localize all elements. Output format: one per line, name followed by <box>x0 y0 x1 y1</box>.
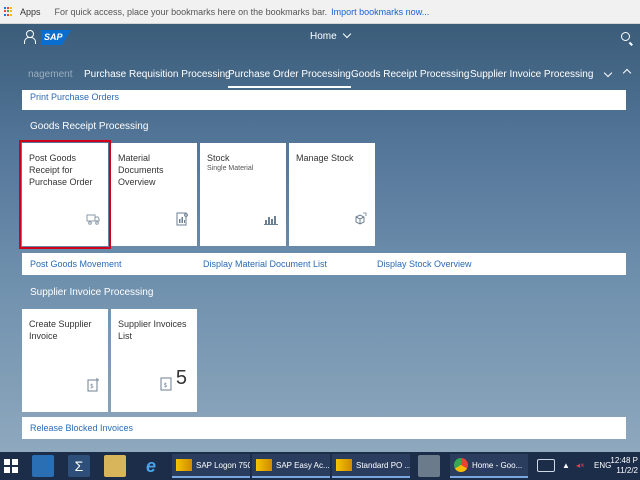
chevron-up-icon <box>622 68 632 78</box>
shell-bar: SAP Home <box>0 24 640 52</box>
home-title-menu[interactable]: Home <box>310 29 352 42</box>
tile-manage-stock[interactable]: Manage Stock <box>289 143 375 246</box>
anchor-tab-supplier-invoice[interactable]: Supplier Invoice Processing <box>470 69 593 80</box>
tile-stock[interactable]: Stock Single Material <box>200 143 286 246</box>
group-title-supplier-invoice: Supplier Invoice Processing <box>30 287 154 298</box>
windows-start-icon[interactable] <box>4 459 18 473</box>
apps-link[interactable]: Apps <box>20 7 41 17</box>
tile-subtitle: Single Material <box>207 165 254 172</box>
svg-text:$: $ <box>90 383 94 390</box>
volume-icon[interactable]: ◂× <box>576 461 585 470</box>
search-icon[interactable] <box>621 32 630 41</box>
chrome-icon <box>454 458 468 472</box>
launchpad-shell: SAP Home nagement Purchase Requisition P… <box>0 24 640 452</box>
file-explorer-app-icon[interactable] <box>32 455 54 477</box>
anchor-navigation: nagement Purchase Requisition Processing… <box>0 64 640 88</box>
app-window-icon[interactable] <box>418 455 440 477</box>
taskbar-sap-logon[interactable]: SAP Logon 750 <box>172 454 250 478</box>
truck-icon <box>86 214 100 225</box>
taskbar-sap-easy-access[interactable]: SAP Easy Ac... <box>252 454 330 478</box>
windows-taskbar: Σ e SAP Logon 750 SAP Easy Ac... Standar… <box>0 452 640 480</box>
import-bookmarks-link[interactable]: Import bookmarks now... <box>331 7 429 17</box>
user-icon[interactable] <box>24 30 36 44</box>
chevron-down-icon <box>603 68 613 78</box>
bookmarks-bar: Apps For quick access, place your bookma… <box>0 0 640 24</box>
system-clock[interactable]: 12:48 P 11/2/2 <box>610 456 638 476</box>
tile-title: Post Goods Receipt for Purchase Order <box>29 153 93 187</box>
taskbar-button-label: SAP Logon 750 <box>196 460 250 470</box>
link-release-blocked-invoices[interactable]: Release Blocked Invoices <box>30 423 133 433</box>
sap-gui-icon <box>256 459 272 471</box>
link-print-purchase-orders[interactable]: Print Purchase Orders <box>30 92 119 102</box>
link-post-goods-movement[interactable]: Post Goods Movement <box>30 259 122 269</box>
document-report-icon <box>176 212 188 226</box>
sap-logon-icon <box>176 459 192 471</box>
tile-post-goods-receipt[interactable]: Post Goods Receipt for Purchase Order <box>19 140 111 249</box>
folder-app-icon[interactable] <box>104 455 126 477</box>
taskbar-chrome-home[interactable]: Home - Goo... <box>450 454 528 478</box>
clock-time: 12:48 P <box>610 456 638 465</box>
goods-receipt-link-list: Post Goods Movement Display Material Doc… <box>22 253 626 275</box>
tile-title: Supplier Invoices List <box>118 319 187 341</box>
tile-material-documents-overview[interactable]: Material Documents Overview <box>111 143 197 246</box>
bar-chart-icon <box>264 216 278 225</box>
anchor-tab-goods-receipt[interactable]: Goods Receipt Processing <box>351 69 469 80</box>
clock-date: 11/2/2 <box>616 466 638 475</box>
bookmarks-hint: For quick access, place your bookmarks h… <box>54 6 328 17</box>
stock-cube-icon <box>355 212 367 225</box>
taskbar-button-label: Standard PO ... <box>356 460 410 470</box>
chevron-down-icon <box>343 29 352 39</box>
taskbar-button-label: Home - Goo... <box>472 460 523 470</box>
taskbar-button-label: SAP Easy Ac... <box>276 460 330 470</box>
anchor-overflow-button[interactable] <box>603 68 613 79</box>
invoice-add-icon: $ <box>87 378 99 392</box>
anchor-tab-purchase-requisition[interactable]: Purchase Requisition Processing <box>84 69 231 80</box>
taskbar-standard-po[interactable]: Standard PO ... <box>332 454 410 478</box>
tile-title: Material Documents Overview <box>118 153 164 187</box>
po-link-list: Print Purchase Orders <box>22 90 626 110</box>
tile-title: Stock <box>207 153 230 163</box>
anchor-collapse-button[interactable] <box>622 68 632 79</box>
sigma-app-icon[interactable]: Σ <box>68 455 90 477</box>
link-display-material-document-list[interactable]: Display Material Document List <box>203 259 327 269</box>
group-title-goods-receipt: Goods Receipt Processing <box>30 121 149 132</box>
link-display-stock-overview[interactable]: Display Stock Overview <box>377 259 472 269</box>
tile-title: Manage Stock <box>296 153 354 163</box>
anchor-tab-management[interactable]: nagement <box>28 69 72 80</box>
tile-count: 5 <box>175 367 187 389</box>
tray-expand-icon[interactable]: ▲ <box>562 461 570 470</box>
svg-text:$: $ <box>164 382 168 389</box>
internet-explorer-icon[interactable]: e <box>140 455 162 477</box>
sap-logo[interactable]: SAP <box>41 30 71 45</box>
home-title-label: Home <box>310 31 337 42</box>
keyboard-icon[interactable] <box>537 459 555 472</box>
tile-create-supplier-invoice[interactable]: Create Supplier Invoice $ <box>22 309 108 412</box>
anchor-tab-purchase-order[interactable]: Purchase Order Processing <box>228 69 351 88</box>
apps-grid-icon[interactable] <box>4 6 14 17</box>
invoice-icon: $ <box>160 377 172 391</box>
tile-supplier-invoices-list[interactable]: Supplier Invoices List $ 5 <box>111 309 197 412</box>
sap-gui-icon <box>336 459 352 471</box>
supplier-invoice-link-list: Release Blocked Invoices <box>22 417 626 439</box>
language-indicator[interactable]: ENG <box>594 461 611 470</box>
tile-title: Create Supplier Invoice <box>29 319 92 341</box>
